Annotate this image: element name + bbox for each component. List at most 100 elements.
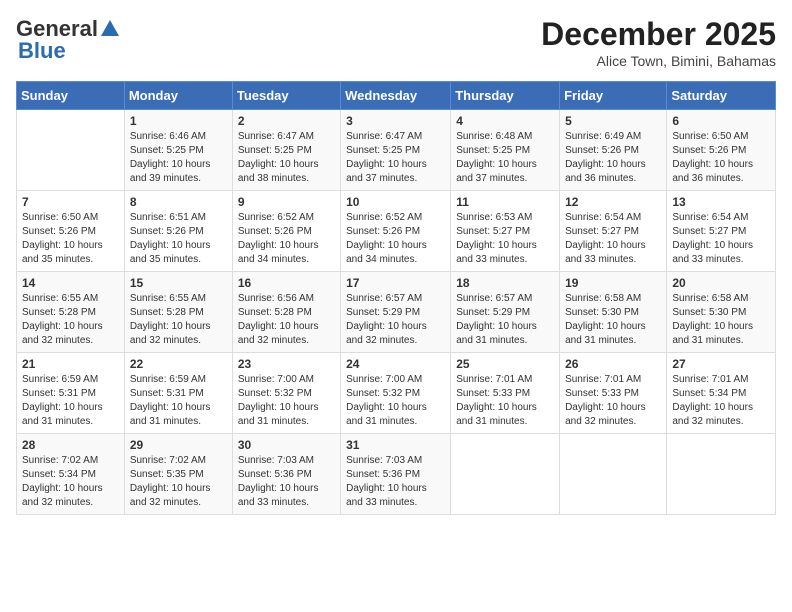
calendar-week-0: 1 Sunrise: 6:46 AM Sunset: 5:25 PM Dayli… [17,110,776,191]
sunrise: Sunrise: 6:57 AM [346,293,422,304]
day-info: Sunrise: 7:01 AM Sunset: 5:33 PM Dayligh… [565,373,661,429]
sunrise: Sunrise: 7:02 AM [22,455,98,466]
sunset: Sunset: 5:28 PM [22,307,96,318]
sunrise: Sunrise: 6:47 AM [238,131,314,142]
daylight: Daylight: 10 hours and 31 minutes. [238,402,319,427]
calendar-cell: 19 Sunrise: 6:58 AM Sunset: 5:30 PM Dayl… [560,272,667,353]
calendar-header: Sunday Monday Tuesday Wednesday Thursday… [17,82,776,110]
day-number: 6 [672,114,770,128]
sunset: Sunset: 5:25 PM [238,145,312,156]
day-info: Sunrise: 6:46 AM Sunset: 5:25 PM Dayligh… [130,130,227,186]
sunset: Sunset: 5:33 PM [565,388,639,399]
sunrise: Sunrise: 6:55 AM [22,293,98,304]
logo-blue: Blue [16,38,66,64]
day-info: Sunrise: 6:52 AM Sunset: 5:26 PM Dayligh… [238,211,335,267]
sunset: Sunset: 5:27 PM [565,226,639,237]
calendar-week-1: 7 Sunrise: 6:50 AM Sunset: 5:26 PM Dayli… [17,191,776,272]
day-number: 2 [238,114,335,128]
sunset: Sunset: 5:32 PM [238,388,312,399]
sunset: Sunset: 5:34 PM [22,469,96,480]
sunset: Sunset: 5:27 PM [672,226,746,237]
day-info: Sunrise: 7:00 AM Sunset: 5:32 PM Dayligh… [238,373,335,429]
day-info: Sunrise: 7:02 AM Sunset: 5:34 PM Dayligh… [22,454,119,510]
calendar-cell: 22 Sunrise: 6:59 AM Sunset: 5:31 PM Dayl… [124,353,232,434]
calendar-week-3: 21 Sunrise: 6:59 AM Sunset: 5:31 PM Dayl… [17,353,776,434]
day-info: Sunrise: 6:48 AM Sunset: 5:25 PM Dayligh… [456,130,554,186]
sunrise: Sunrise: 6:46 AM [130,131,206,142]
sunrise: Sunrise: 6:59 AM [130,374,206,385]
sunrise: Sunrise: 7:01 AM [672,374,748,385]
sunrise: Sunrise: 7:00 AM [346,374,422,385]
day-info: Sunrise: 7:03 AM Sunset: 5:36 PM Dayligh… [346,454,445,510]
daylight: Daylight: 10 hours and 31 minutes. [130,402,211,427]
day-number: 20 [672,276,770,290]
calendar-cell: 24 Sunrise: 7:00 AM Sunset: 5:32 PM Dayl… [341,353,451,434]
header-wednesday: Wednesday [341,82,451,110]
calendar-cell: 9 Sunrise: 6:52 AM Sunset: 5:26 PM Dayli… [232,191,340,272]
calendar-cell: 10 Sunrise: 6:52 AM Sunset: 5:26 PM Dayl… [341,191,451,272]
sunrise: Sunrise: 6:50 AM [672,131,748,142]
day-number: 14 [22,276,119,290]
day-number: 28 [22,438,119,452]
calendar-cell: 2 Sunrise: 6:47 AM Sunset: 5:25 PM Dayli… [232,110,340,191]
sunset: Sunset: 5:34 PM [672,388,746,399]
calendar-week-2: 14 Sunrise: 6:55 AM Sunset: 5:28 PM Dayl… [17,272,776,353]
sunrise: Sunrise: 7:01 AM [565,374,641,385]
weekday-row: Sunday Monday Tuesday Wednesday Thursday… [17,82,776,110]
daylight: Daylight: 10 hours and 31 minutes. [456,321,537,346]
calendar-cell: 30 Sunrise: 7:03 AM Sunset: 5:36 PM Dayl… [232,434,340,515]
day-number: 29 [130,438,227,452]
sunrise: Sunrise: 6:58 AM [565,293,641,304]
daylight: Daylight: 10 hours and 32 minutes. [130,321,211,346]
sunrise: Sunrise: 6:49 AM [565,131,641,142]
day-info: Sunrise: 6:58 AM Sunset: 5:30 PM Dayligh… [672,292,770,348]
header-friday: Friday [560,82,667,110]
sunrise: Sunrise: 7:02 AM [130,455,206,466]
sunrise: Sunrise: 6:56 AM [238,293,314,304]
calendar-cell: 31 Sunrise: 7:03 AM Sunset: 5:36 PM Dayl… [341,434,451,515]
daylight: Daylight: 10 hours and 32 minutes. [346,321,427,346]
calendar-cell: 17 Sunrise: 6:57 AM Sunset: 5:29 PM Dayl… [341,272,451,353]
day-info: Sunrise: 6:55 AM Sunset: 5:28 PM Dayligh… [130,292,227,348]
logo-icon [99,18,121,40]
day-number: 11 [456,195,554,209]
sunset: Sunset: 5:25 PM [130,145,204,156]
sunset: Sunset: 5:31 PM [130,388,204,399]
day-info: Sunrise: 6:59 AM Sunset: 5:31 PM Dayligh… [22,373,119,429]
day-info: Sunrise: 6:50 AM Sunset: 5:26 PM Dayligh… [672,130,770,186]
day-info: Sunrise: 7:00 AM Sunset: 5:32 PM Dayligh… [346,373,445,429]
daylight: Daylight: 10 hours and 34 minutes. [238,240,319,265]
sunset: Sunset: 5:35 PM [130,469,204,480]
day-number: 23 [238,357,335,371]
sunset: Sunset: 5:32 PM [346,388,420,399]
calendar-cell: 4 Sunrise: 6:48 AM Sunset: 5:25 PM Dayli… [451,110,560,191]
day-number: 26 [565,357,661,371]
calendar-week-4: 28 Sunrise: 7:02 AM Sunset: 5:34 PM Dayl… [17,434,776,515]
calendar-cell: 11 Sunrise: 6:53 AM Sunset: 5:27 PM Dayl… [451,191,560,272]
calendar-body: 1 Sunrise: 6:46 AM Sunset: 5:25 PM Dayli… [17,110,776,515]
day-info: Sunrise: 6:59 AM Sunset: 5:31 PM Dayligh… [130,373,227,429]
daylight: Daylight: 10 hours and 37 minutes. [456,159,537,184]
sunset: Sunset: 5:25 PM [456,145,530,156]
sunset: Sunset: 5:28 PM [238,307,312,318]
day-number: 24 [346,357,445,371]
sunrise: Sunrise: 6:57 AM [456,293,532,304]
calendar-cell: 5 Sunrise: 6:49 AM Sunset: 5:26 PM Dayli… [560,110,667,191]
header-saturday: Saturday [667,82,776,110]
day-info: Sunrise: 6:49 AM Sunset: 5:26 PM Dayligh… [565,130,661,186]
daylight: Daylight: 10 hours and 32 minutes. [130,483,211,508]
sunset: Sunset: 5:29 PM [346,307,420,318]
calendar-cell [451,434,560,515]
sunrise: Sunrise: 7:03 AM [238,455,314,466]
sunset: Sunset: 5:26 PM [22,226,96,237]
day-number: 7 [22,195,119,209]
sunset: Sunset: 5:33 PM [456,388,530,399]
sunset: Sunset: 5:27 PM [456,226,530,237]
day-info: Sunrise: 7:01 AM Sunset: 5:33 PM Dayligh… [456,373,554,429]
day-info: Sunrise: 7:03 AM Sunset: 5:36 PM Dayligh… [238,454,335,510]
sunrise: Sunrise: 6:47 AM [346,131,422,142]
sunset: Sunset: 5:36 PM [346,469,420,480]
daylight: Daylight: 10 hours and 32 minutes. [22,321,103,346]
header-tuesday: Tuesday [232,82,340,110]
day-info: Sunrise: 6:51 AM Sunset: 5:26 PM Dayligh… [130,211,227,267]
